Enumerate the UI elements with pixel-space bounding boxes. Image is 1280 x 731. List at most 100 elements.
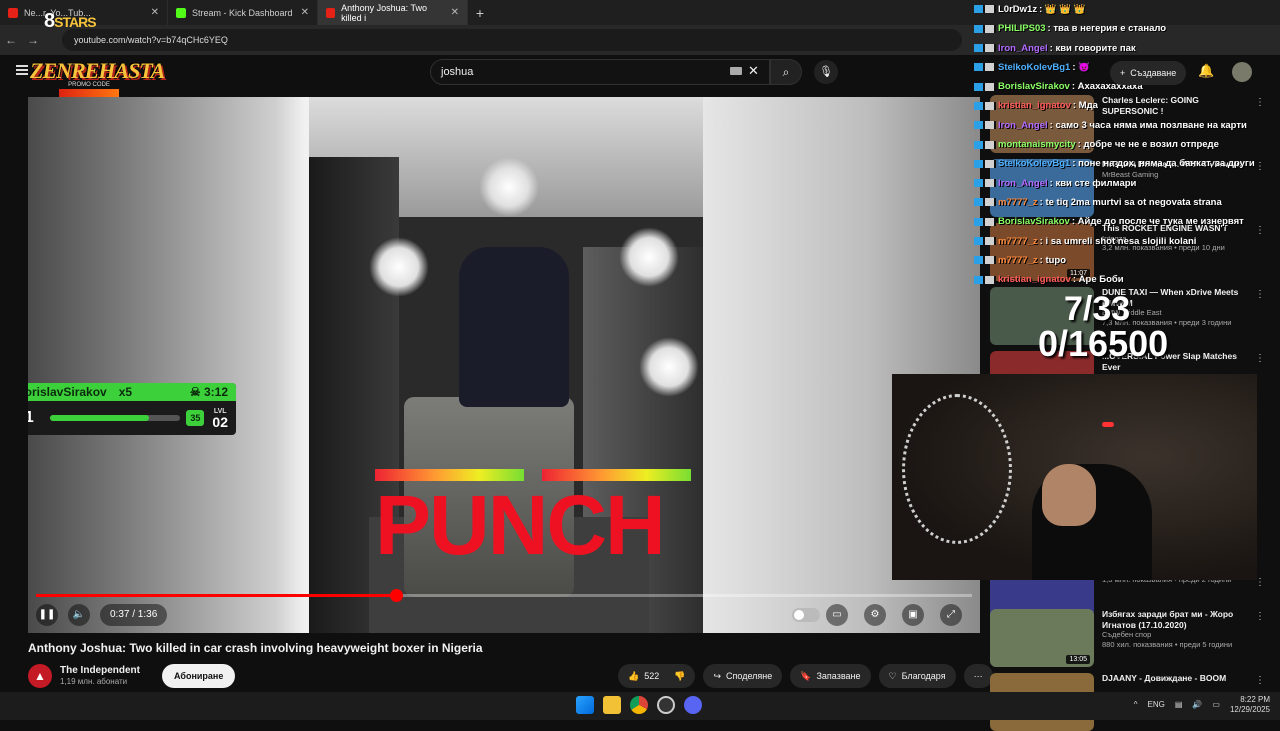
channel-row: ▲ The Independent 1,19 млн. абонати Абон… <box>28 662 236 690</box>
search-icon[interactable]: ⌕ <box>770 59 802 85</box>
thumbs-down-icon[interactable]: 👎 <box>674 671 685 682</box>
chat-username[interactable]: m7777_z <box>998 255 1038 266</box>
back-icon[interactable]: ← <box>0 33 22 47</box>
thanks-button[interactable]: ♡ Благодаря <box>878 664 956 688</box>
chat-username[interactable]: montanaismycity <box>998 139 1076 150</box>
brand-title: ZENREHASTA <box>30 58 165 83</box>
xp-bar <box>50 415 181 421</box>
close-icon[interactable]: ✕ <box>451 7 459 18</box>
more-options-icon[interactable]: ⋯ <box>963 664 993 688</box>
more-options-icon[interactable]: ⋮ <box>1255 289 1265 300</box>
chat-username[interactable]: BorislavSirakov <box>998 216 1070 227</box>
streamer-webcam <box>892 374 1257 580</box>
chat-username[interactable]: m7777_z <box>998 197 1038 208</box>
battery-icon[interactable]: ▭ <box>1212 700 1220 709</box>
channel-name[interactable]: The Independent <box>60 665 140 677</box>
stars-logo: 8STARS <box>44 10 97 32</box>
share-button[interactable]: ↪ Споделяне <box>703 664 783 688</box>
create-label: Създаване <box>1130 68 1177 78</box>
keyboard-icon[interactable] <box>730 67 742 75</box>
video-player[interactable]: PUNCH BorislavSirakov x5 ☠ 3:12 01 35 LV… <box>28 97 980 633</box>
pause-icon[interactable]: ❚❚ <box>36 604 58 626</box>
windows-start-icon[interactable] <box>576 696 594 714</box>
language-indicator[interactable]: ENG <box>1148 700 1165 709</box>
video-title[interactable]: Избягах заради брат ми - Жоро Игнатов (1… <box>1102 609 1252 630</box>
chat-badges-icon <box>974 140 996 149</box>
chat-username[interactable]: L0rDw1z <box>998 4 1037 15</box>
network-icon[interactable]: ▤ <box>1175 700 1183 709</box>
chat-username[interactable]: Iron_Angel <box>998 178 1048 189</box>
chat-username[interactable]: StelkoKolevBg1 <box>998 158 1070 169</box>
discord-icon[interactable] <box>684 696 702 714</box>
close-icon[interactable]: ✕ <box>301 7 309 18</box>
chat-username[interactable]: kristian_ignatov <box>998 100 1071 111</box>
fullscreen-icon[interactable]: ⤢ <box>940 604 962 626</box>
chat-username[interactable]: kristian_ignatov <box>998 274 1071 285</box>
chrome-icon[interactable] <box>630 696 648 714</box>
chat-text: te tiq 2ma murtvi sa ot negovata strana <box>1045 196 1222 208</box>
chat-badges-icon <box>974 121 996 130</box>
video-thumbnail[interactable]: 13:05 <box>990 609 1094 667</box>
chat-username[interactable]: Iron_Angel <box>998 43 1048 54</box>
chat-username[interactable]: Iron_Angel <box>998 120 1048 131</box>
video-title[interactable]: DJAANY - Довиждане - BOOM <box>1102 673 1252 684</box>
chat-username[interactable]: StelkoKolevBg1 <box>998 62 1070 73</box>
settings-gear-icon[interactable]: ⚙ <box>864 604 886 626</box>
webcam-chair <box>902 394 1012 544</box>
clock-date: 12/29/2025 <box>1229 704 1270 714</box>
stats-multiplier: x5 <box>118 385 133 399</box>
new-tab-icon[interactable]: + <box>468 5 492 21</box>
recommended-video[interactable]: 13:05 Избягах заради брат ми - Жоро Игнат… <box>990 609 1265 667</box>
chevron-up-icon[interactable]: ^ <box>1134 700 1138 709</box>
chat-username[interactable]: m7777_z <box>998 236 1038 247</box>
tab-youtube-video[interactable]: Anthony Joshua: Two killed i ✕ <box>318 0 468 25</box>
like-count: 522 <box>644 671 660 681</box>
chat-username[interactable]: BorislavSirakov <box>998 81 1070 92</box>
tab-label: Anthony Joshua: Two killed i <box>341 2 428 23</box>
notifications-bell-icon[interactable]: 🔔 <box>1198 63 1214 79</box>
chat-text: кви говорите пак <box>1055 42 1136 54</box>
clear-search-icon[interactable]: ✕ <box>748 63 759 79</box>
chat-message: Iron_Angel: кви говорите пак <box>972 39 1280 58</box>
subtitles-icon[interactable]: ▭ <box>826 604 848 626</box>
chat-username[interactable]: PHILIPS03 <box>998 23 1046 34</box>
save-button[interactable]: 🔖 Запазване <box>790 664 871 688</box>
account-avatar[interactable] <box>1232 62 1252 82</box>
more-options-icon[interactable]: ⋮ <box>1255 611 1265 622</box>
create-button[interactable]: + Създаване <box>1110 61 1187 85</box>
obs-icon[interactable] <box>657 696 675 714</box>
like-button[interactable]: 👍 522 👎 <box>618 664 696 688</box>
file-explorer-icon[interactable] <box>603 696 621 714</box>
video-progress-bar[interactable] <box>36 589 972 602</box>
search-input[interactable]: joshua <box>430 59 770 85</box>
chat-text: тва в негерия е станало <box>1053 23 1167 35</box>
more-options-icon[interactable]: ⋮ <box>1255 675 1265 686</box>
stream-chat-overlay: L0rDw1z: 👑 👑 👑 PHILIPS03: тва в негерия е… <box>972 0 1280 290</box>
video-info: Избягах заради брат ми - Жоро Игнатов (1… <box>1102 609 1252 667</box>
tab-kick-dashboard[interactable]: Stream - Kick Dashboard ✕ <box>168 0 318 25</box>
microphone-icon[interactable]: 🎙 <box>814 60 838 84</box>
close-icon[interactable]: ✕ <box>151 7 159 18</box>
chat-message: kristian_ignatov: Мда <box>972 96 1280 115</box>
subscribe-button[interactable]: Абониране <box>162 664 236 688</box>
windows-taskbar: ^ ENG ▤ 🔊 ▭ 8:22 PM 12/29/2025 <box>0 692 1280 720</box>
forward-icon[interactable]: → <box>22 33 44 47</box>
menu-icon[interactable] <box>16 65 28 75</box>
progress-fill <box>36 594 397 597</box>
miniplayer-icon[interactable]: ▣ <box>902 604 924 626</box>
chat-text: добре че не е возил отпреде <box>1083 139 1219 151</box>
chat-text: само 3 часа няма има позлване на карти <box>1055 119 1247 131</box>
channel-avatar[interactable]: ▲ <box>28 664 52 688</box>
volume-icon[interactable]: 🔈 <box>68 604 90 626</box>
clock[interactable]: 8:22 PM 12/29/2025 <box>1230 695 1270 714</box>
save-label: Запазване <box>816 671 861 681</box>
chat-badges-icon <box>974 275 996 284</box>
volume-tray-icon[interactable]: 🔊 <box>1192 700 1202 709</box>
autoplay-toggle[interactable] <box>792 608 820 622</box>
more-options-icon[interactable]: ⋮ <box>1255 353 1265 364</box>
url-field[interactable]: youtube.com/watch?v=b74qCHc6YEQ <box>62 29 962 51</box>
chat-badges-icon <box>974 237 996 246</box>
thumbs-up-icon: 👍 <box>628 670 640 681</box>
chat-message: m7777_z: i sa umreli shot nesa slojili k… <box>972 232 1280 251</box>
xp-fill <box>50 415 150 421</box>
